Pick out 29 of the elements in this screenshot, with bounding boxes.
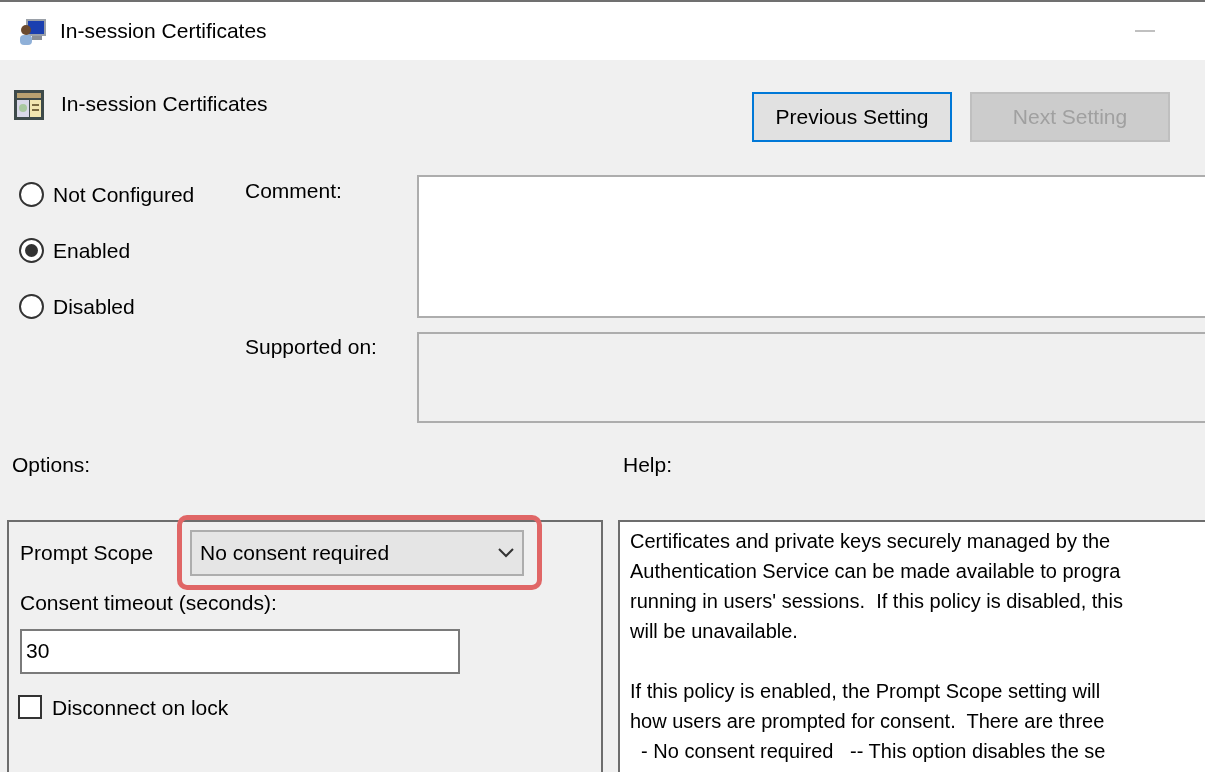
radio-button[interactable]	[19, 238, 44, 263]
comment-label: Comment:	[245, 178, 343, 204]
nav-button[interactable]: Previous Setting	[752, 92, 952, 142]
help-text-line: will be unavailable.	[630, 619, 799, 644]
chevron-down-icon	[498, 548, 515, 558]
radio-label: Disabled	[53, 293, 135, 320]
help-text-line: how users are prompted for consent. There are three	[630, 709, 1106, 734]
radio-label: Enabled	[53, 237, 131, 264]
setting-title: In-session Certificates	[61, 91, 268, 117]
help-text-line: Authentication Service can be made available to progra	[630, 559, 1122, 584]
checkbox-label: Disconnect on lock	[52, 694, 229, 721]
help-text-line: running in users' sessions. If this policy is disabled, this	[630, 589, 1124, 614]
prompt-scope-dropdown[interactable]: No consent required	[190, 530, 525, 576]
checkbox[interactable]	[18, 695, 42, 720]
prompt-scope-label: Prompt Scope	[20, 540, 154, 567]
help-text-line: Certificates and private keys securely managed by the	[630, 529, 1112, 554]
radio-button[interactable]	[19, 182, 44, 207]
supported-on-label: Supported on:	[245, 334, 378, 360]
consent-timeout-label: Consent timeout (seconds):	[20, 590, 278, 616]
help-text-line: If this policy is enabled, the Prompt Scope setting will	[630, 679, 1102, 704]
radio-button[interactable]	[19, 294, 44, 319]
computer-user-icon	[18, 16, 48, 46]
help-label: Help:	[623, 452, 673, 478]
options-label: Options:	[12, 453, 91, 476]
help-text-line: - No consent required -- This option disables the se	[640, 739, 1107, 764]
window-title: In-session Certificates	[60, 18, 268, 45]
radio-label: Not Configured	[53, 181, 195, 208]
consent-timeout-field[interactable]: 30	[20, 628, 460, 674]
policy-setting-icon	[13, 89, 45, 121]
